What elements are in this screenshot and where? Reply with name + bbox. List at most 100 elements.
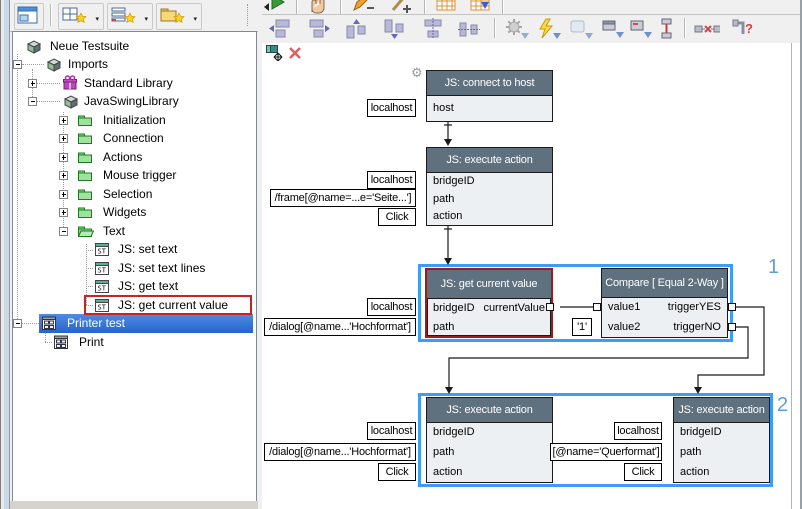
tree-item-print[interactable]: Print xyxy=(13,333,254,352)
output-port-currentvalue[interactable] xyxy=(546,303,554,311)
align-top-icon[interactable] xyxy=(344,18,370,40)
run-icon[interactable] xyxy=(268,0,294,14)
collapse-handle[interactable] xyxy=(28,97,37,106)
value-box-action[interactable]: Click xyxy=(624,463,662,481)
value-box-path[interactable]: /frame[@name=...e='Seite...'] xyxy=(270,189,416,207)
new-package-button[interactable]: ▾ xyxy=(156,3,202,30)
flow-node-execute-action-3[interactable]: JS: execute action bridgeID path action xyxy=(673,397,770,483)
tree-item-widgets[interactable]: Widgets xyxy=(13,203,254,222)
expand-handle[interactable] xyxy=(59,116,68,125)
value-box-bridge[interactable]: localhost xyxy=(367,422,416,440)
flow-editor-pane: ? xyxy=(262,0,802,509)
output-port-triggerno[interactable] xyxy=(728,323,736,331)
disconnect-icon[interactable] xyxy=(694,18,720,40)
align-left-icon[interactable] xyxy=(268,18,294,40)
tree-item-mouse-trigger[interactable]: Mouse trigger xyxy=(13,166,254,185)
param-label: bridgeID xyxy=(433,302,475,314)
flow-node-get-current-value[interactable]: JS: get current value bridgeID currentVa… xyxy=(425,268,553,338)
center-horizontal-icon[interactable] xyxy=(420,18,446,40)
tree-item-actions[interactable]: Actions xyxy=(13,148,254,167)
gear-icon[interactable]: ⚙ xyxy=(411,65,423,81)
center-vertical-icon[interactable] xyxy=(458,18,484,40)
tree-item-imports[interactable]: Imports xyxy=(13,55,254,74)
layout-gear-icon[interactable] xyxy=(504,18,530,40)
node-param-row: action xyxy=(674,462,769,482)
tree-item-connection[interactable]: Connection xyxy=(13,129,254,148)
connector-icon[interactable] xyxy=(656,18,682,40)
green-folder-icon xyxy=(77,204,93,221)
layout-flash-icon[interactable] xyxy=(536,18,562,40)
value-box-action[interactable]: Click xyxy=(378,208,416,226)
param-label: host xyxy=(433,102,454,114)
testsuite-tree[interactable]: Neue Testsuite Imports Standard Library xyxy=(12,31,257,503)
node-title: JS: execute action xyxy=(674,398,769,423)
align-bottom-icon[interactable] xyxy=(382,18,408,40)
connector-plug xyxy=(415,304,416,311)
param-label: path xyxy=(433,321,454,333)
input-port-value1[interactable] xyxy=(593,303,601,311)
flow-node-execute-action-1[interactable]: JS: execute action bridgeID path action xyxy=(426,147,553,226)
flow-node-execute-action-2[interactable]: JS: execute action bridgeID path action xyxy=(426,397,553,483)
connector-plug xyxy=(415,469,416,476)
node-param-row: bridgeID xyxy=(427,172,552,190)
new-sequence-button[interactable]: ▾ xyxy=(58,3,104,30)
node-param-row: action xyxy=(427,462,552,482)
flow-node-compare-equal-2way[interactable]: Compare [ Equal 2-Way ] value1 triggerYE… xyxy=(601,268,728,338)
expand-handle[interactable] xyxy=(59,153,68,162)
value-box-path[interactable]: /dialog[@name...'Hochformat'] xyxy=(264,318,416,336)
tree-item-js-set-text[interactable]: ST JS: set text xyxy=(13,240,254,259)
expand-handle[interactable] xyxy=(59,190,68,199)
connector-plug xyxy=(415,449,416,456)
move-node-icon[interactable] xyxy=(266,45,284,61)
pencil-minus-icon[interactable] xyxy=(350,0,376,14)
value-box-constant-1[interactable]: '1' xyxy=(572,318,592,336)
layout-clear-icon[interactable] xyxy=(568,18,594,40)
toggle-view-button[interactable] xyxy=(14,3,44,30)
expand-handle[interactable] xyxy=(28,79,37,88)
expand-handle[interactable] xyxy=(59,208,68,217)
new-step-button[interactable]: ▾ xyxy=(107,3,153,30)
chevron-down-icon: ▾ xyxy=(95,15,99,23)
value-box-bridge[interactable]: localhost xyxy=(367,171,416,189)
tree-item-printer-test[interactable]: Printer test xyxy=(13,314,254,333)
flow-node-connect-to-host[interactable]: JS: connect to host host xyxy=(426,70,553,122)
tree-item-standard-library[interactable]: Standard Library xyxy=(13,74,254,93)
value-text: localhost xyxy=(371,301,413,313)
output-label: triggerYES xyxy=(668,301,721,313)
value-text: Click xyxy=(386,466,409,478)
tree-item-label: Mouse trigger xyxy=(103,166,176,185)
tree-item-js-get-text[interactable]: ST JS: get text xyxy=(13,277,254,296)
align-right-icon[interactable] xyxy=(306,18,332,40)
expand-handle[interactable] xyxy=(59,171,68,180)
collapse-handle[interactable] xyxy=(13,319,22,328)
value-box-host[interactable]: localhost xyxy=(367,99,416,117)
collapse-handle[interactable] xyxy=(13,60,22,69)
connector-plug xyxy=(415,214,416,221)
tree-item-text[interactable]: Text xyxy=(13,222,254,241)
value-box-bridge[interactable]: localhost xyxy=(367,298,416,316)
reroute-help-icon[interactable]: ? xyxy=(732,18,758,40)
collapse-handle[interactable] xyxy=(59,227,68,236)
value-box-path[interactable]: /dialog[@name...'Hochformat'] xyxy=(264,443,416,461)
value-box-action[interactable]: Click xyxy=(378,463,416,481)
tree-item-javaswinglibrary[interactable]: JavaSwingLibrary xyxy=(13,92,254,111)
flow-canvas[interactable]: 1 2 ⚙ JS: connect to host host localhost… xyxy=(262,43,802,509)
wand-plus-icon[interactable] xyxy=(388,0,414,14)
list-star-icon xyxy=(111,6,137,25)
expand-handle[interactable] xyxy=(59,134,68,143)
node-down-icon[interactable] xyxy=(600,18,626,40)
hand-icon[interactable] xyxy=(306,0,332,14)
value-box-bridge[interactable]: localhost xyxy=(614,422,662,440)
grid-check-icon[interactable] xyxy=(468,0,494,14)
tree-item-selection[interactable]: Selection xyxy=(13,185,254,204)
tree-item-neue-testsuite[interactable]: Neue Testsuite xyxy=(13,37,254,56)
grid-orange-icon[interactable] xyxy=(434,0,460,14)
tree-item-label: JS: set text xyxy=(118,240,177,259)
tree-item-initialization[interactable]: Initialization xyxy=(13,111,254,130)
delete-node-icon[interactable] xyxy=(288,46,302,60)
node-insert-icon[interactable] xyxy=(628,18,654,40)
value-text: localhost xyxy=(617,425,659,437)
tree-item-js-set-text-lines[interactable]: ST JS: set text lines xyxy=(13,259,254,278)
output-port-triggeryes[interactable] xyxy=(728,303,736,311)
value-box-path[interactable]: [@name='Querformat'] xyxy=(550,443,662,461)
